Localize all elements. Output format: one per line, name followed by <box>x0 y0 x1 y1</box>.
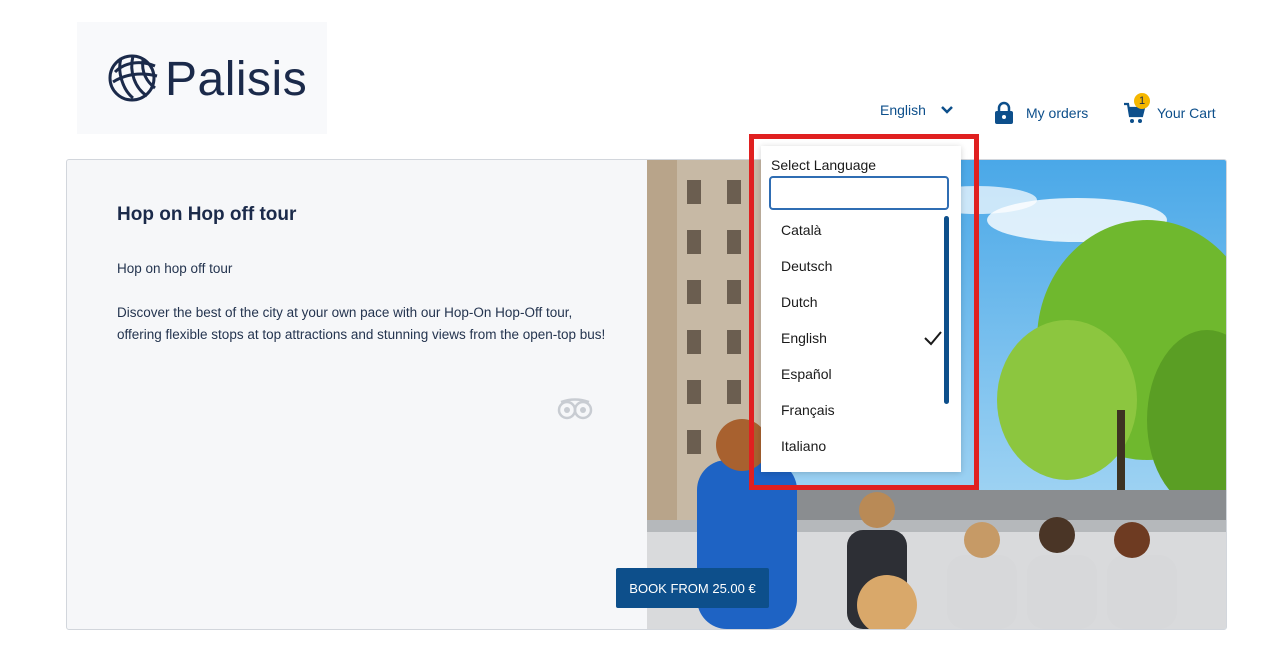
option-label: English <box>781 330 827 346</box>
dropdown-scrollbar[interactable] <box>944 216 949 404</box>
option-label: Italiano <box>781 438 827 454</box>
option-label: Deutsch <box>781 258 833 274</box>
language-search-input[interactable] <box>769 176 949 210</box>
book-button[interactable]: BOOK FROM 25.00 € <box>616 568 769 608</box>
checkmark-icon <box>924 331 942 346</box>
option-label: Dutch <box>781 294 818 310</box>
language-option-english[interactable]: English <box>761 320 961 356</box>
language-option-francais[interactable]: Français <box>761 392 961 428</box>
cart-count-badge: 1 <box>1134 93 1150 109</box>
language-select[interactable]: English <box>880 102 954 118</box>
globe-logo-icon <box>108 54 158 102</box>
my-orders-label: My orders <box>1026 105 1089 121</box>
logo[interactable]: Palisis <box>77 22 327 134</box>
brand-name: Palisis <box>165 53 308 106</box>
cart-icon-wrap: 1 <box>1123 93 1150 125</box>
cart-label: Your Cart <box>1157 105 1216 121</box>
option-label: Español <box>781 366 832 382</box>
my-orders-link[interactable]: My orders <box>994 101 1088 125</box>
tour-card: Hop on Hop off tour Hop on hop off tour … <box>66 159 1227 630</box>
option-label: Català <box>781 222 822 238</box>
language-options-list: Català Deutsch Dutch English Español Fra… <box>761 212 961 464</box>
current-language: English <box>880 102 926 118</box>
tour-description: Discover the best of the city at your ow… <box>117 305 606 342</box>
language-option-dutch[interactable]: Dutch <box>761 284 961 320</box>
tour-title: Hop on Hop off tour <box>117 204 297 225</box>
select-language-label: Select Language <box>771 157 877 173</box>
language-option-deutsch[interactable]: Deutsch <box>761 248 961 284</box>
cart-link[interactable]: 1 Your Cart <box>1123 93 1216 125</box>
tripadvisor-icon <box>557 398 593 420</box>
language-dropdown: Select Language Català Deutsch Dutch Eng… <box>761 146 961 472</box>
tour-subtitle: Hop on hop off tour <box>117 261 233 276</box>
language-option-catala[interactable]: Català <box>761 212 961 248</box>
lock-icon <box>995 101 1013 124</box>
chevron-down-icon <box>941 106 953 114</box>
option-label: Français <box>781 402 835 418</box>
language-option-italiano[interactable]: Italiano <box>761 428 961 464</box>
language-option-espanol[interactable]: Español <box>761 356 961 392</box>
